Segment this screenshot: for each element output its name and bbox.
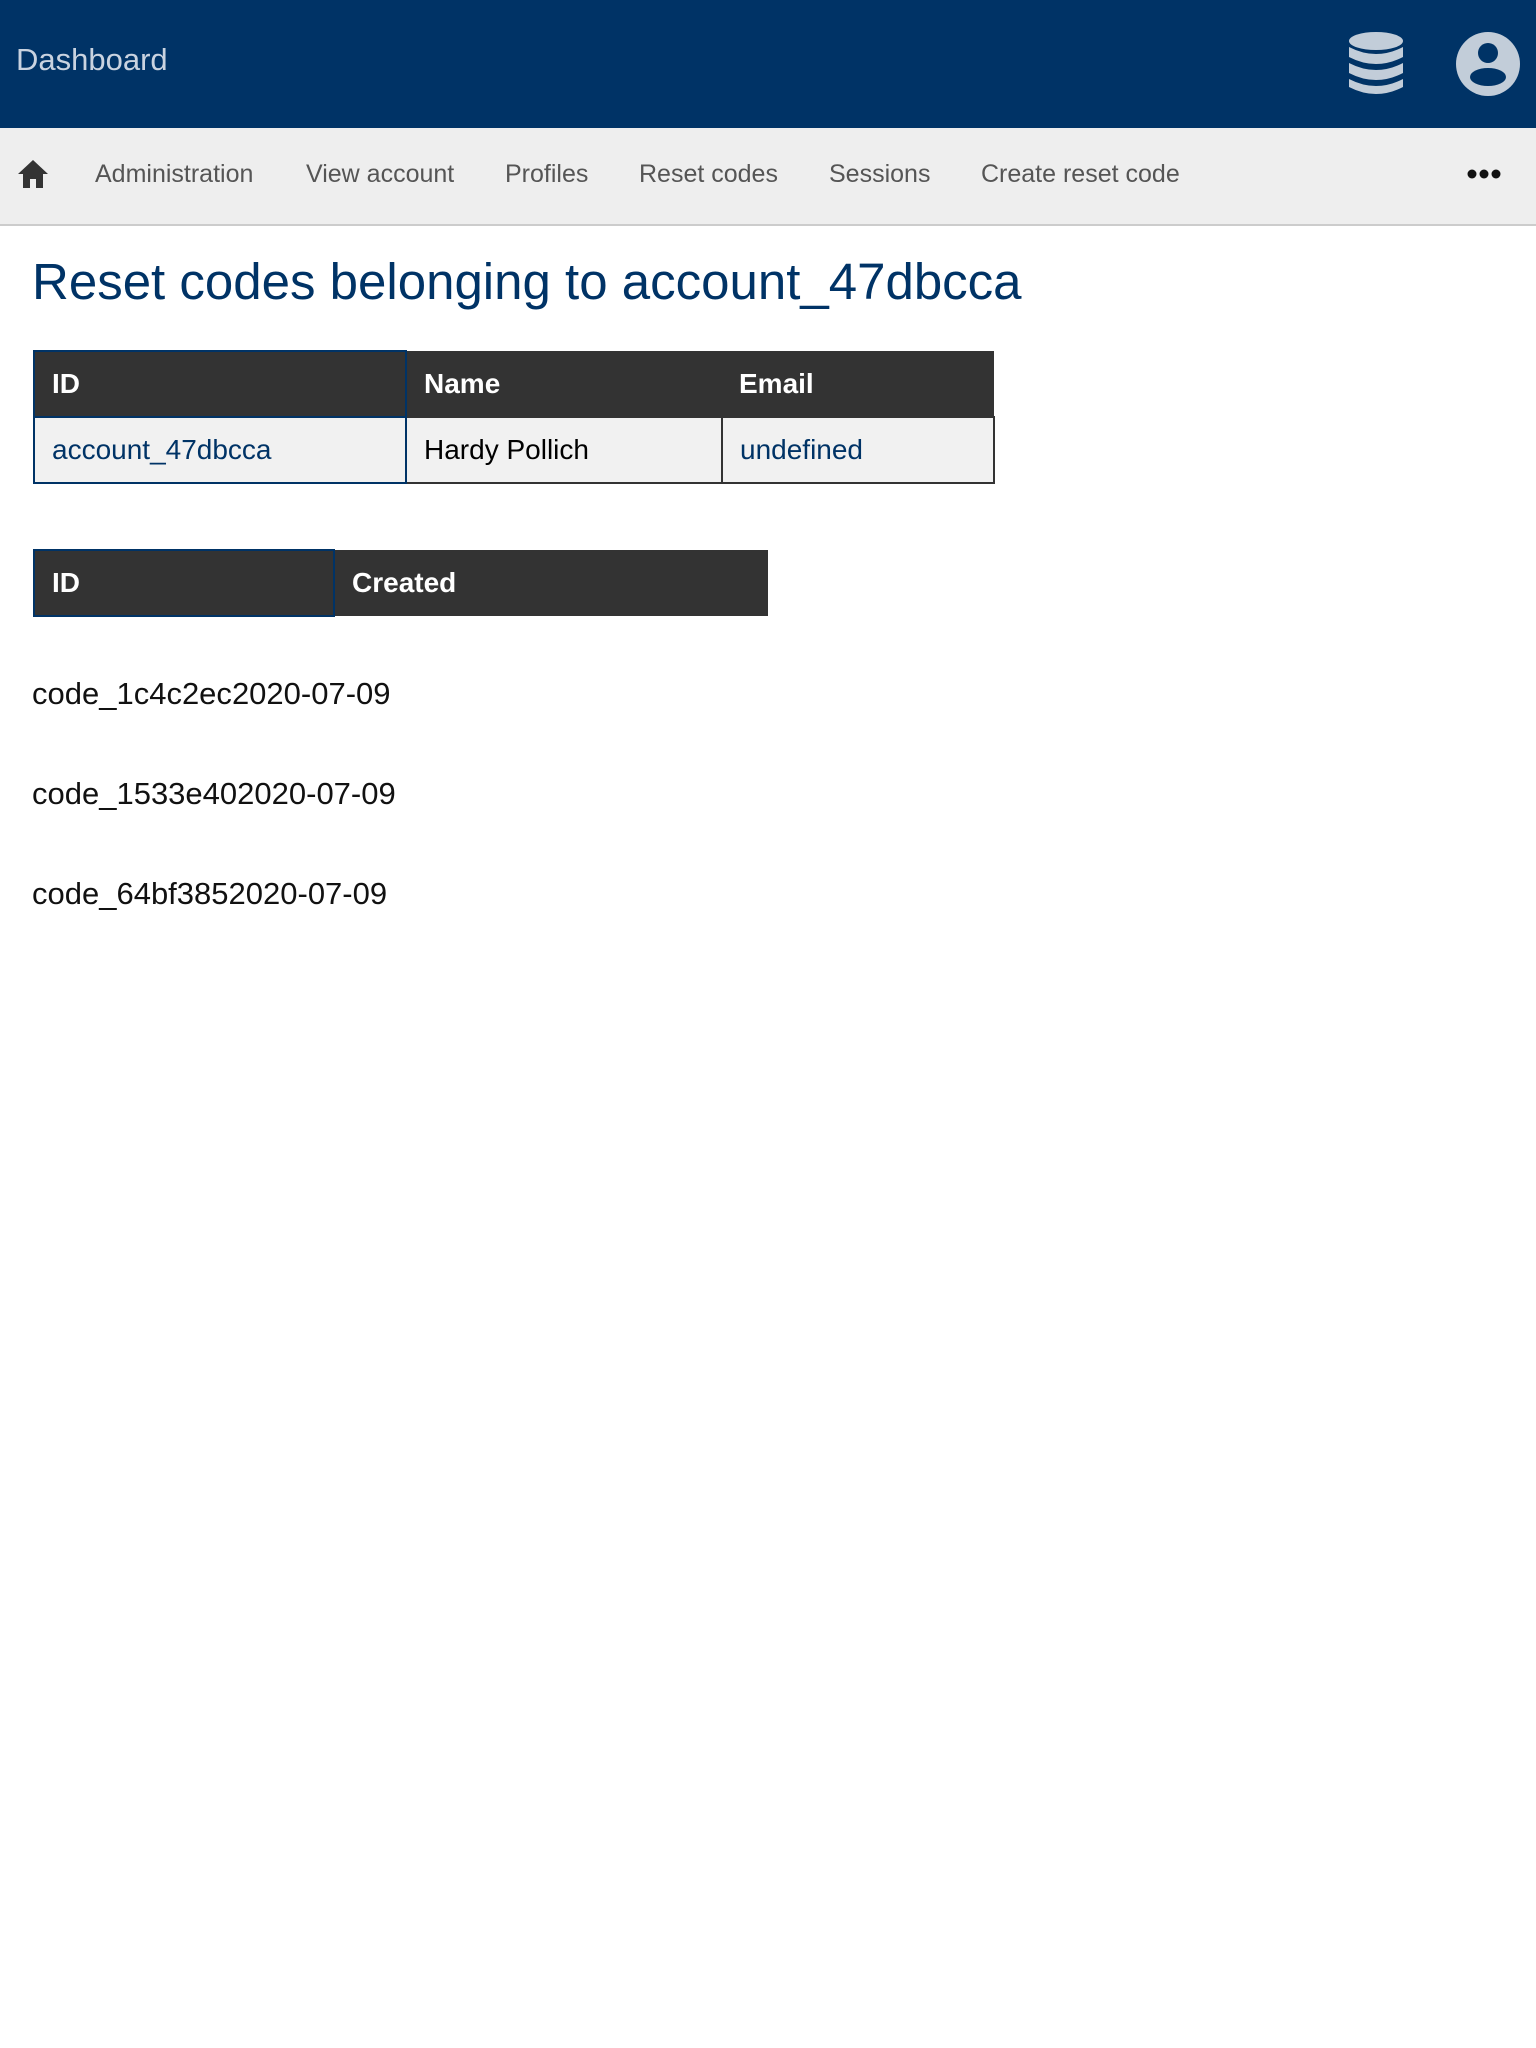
account-email-link[interactable]: undefined <box>740 434 863 465</box>
user-circle-icon[interactable] <box>1456 31 1520 97</box>
nav-profiles[interactable]: Profiles <box>505 160 588 189</box>
code-created: 2020-07-09 <box>228 876 388 911</box>
nav-administration[interactable]: Administration <box>95 160 253 189</box>
code-id[interactable]: code_1c4c2ec <box>32 676 232 711</box>
reset-code-row: code_1533e402020-07-09 <box>32 776 396 812</box>
code-created: 2020-07-09 <box>237 776 396 811</box>
home-icon[interactable] <box>17 158 49 190</box>
nav-bar: Administration View account Profiles Res… <box>0 128 1536 226</box>
reset-codes-table: ID Created <box>33 549 768 617</box>
table-header-row: ID Created <box>33 549 768 617</box>
account-table: ID Name Email account_47dbcca Hardy Poll… <box>33 350 995 484</box>
more-options-icon[interactable] <box>1466 164 1502 184</box>
column-header-created: Created <box>334 550 768 616</box>
reset-code-row: code_1c4c2ec2020-07-09 <box>32 676 391 712</box>
reset-code-row: code_64bf3852020-07-09 <box>32 876 387 912</box>
database-icon[interactable] <box>1348 31 1404 97</box>
column-header-id: ID <box>33 549 335 617</box>
nav-reset-codes[interactable]: Reset codes <box>639 160 778 189</box>
dashboard-title[interactable]: Dashboard <box>16 42 168 78</box>
column-header-email: Email <box>722 351 994 417</box>
table-row: account_47dbcca Hardy Pollich undefined <box>33 416 995 484</box>
nav-sessions[interactable]: Sessions <box>829 160 930 189</box>
code-id[interactable]: code_64bf385 <box>32 876 229 911</box>
table-header-row: ID Name Email <box>33 350 994 418</box>
account-id-cell: account_47dbcca <box>33 416 407 484</box>
nav-view-account[interactable]: View account <box>306 160 454 189</box>
column-header-name: Name <box>406 351 722 417</box>
column-header-id: ID <box>33 350 407 418</box>
nav-create-reset-code[interactable]: Create reset code <box>981 160 1180 189</box>
account-email-cell: undefined <box>721 416 995 484</box>
account-id-link[interactable]: account_47dbcca <box>52 434 272 465</box>
page-title: Reset codes belonging to account_47dbcca <box>32 253 1022 310</box>
code-created: 2020-07-09 <box>231 676 391 711</box>
top-bar: Dashboard <box>0 0 1536 128</box>
account-name-cell: Hardy Pollich <box>405 416 723 484</box>
code-id[interactable]: code_1533e40 <box>32 776 237 811</box>
